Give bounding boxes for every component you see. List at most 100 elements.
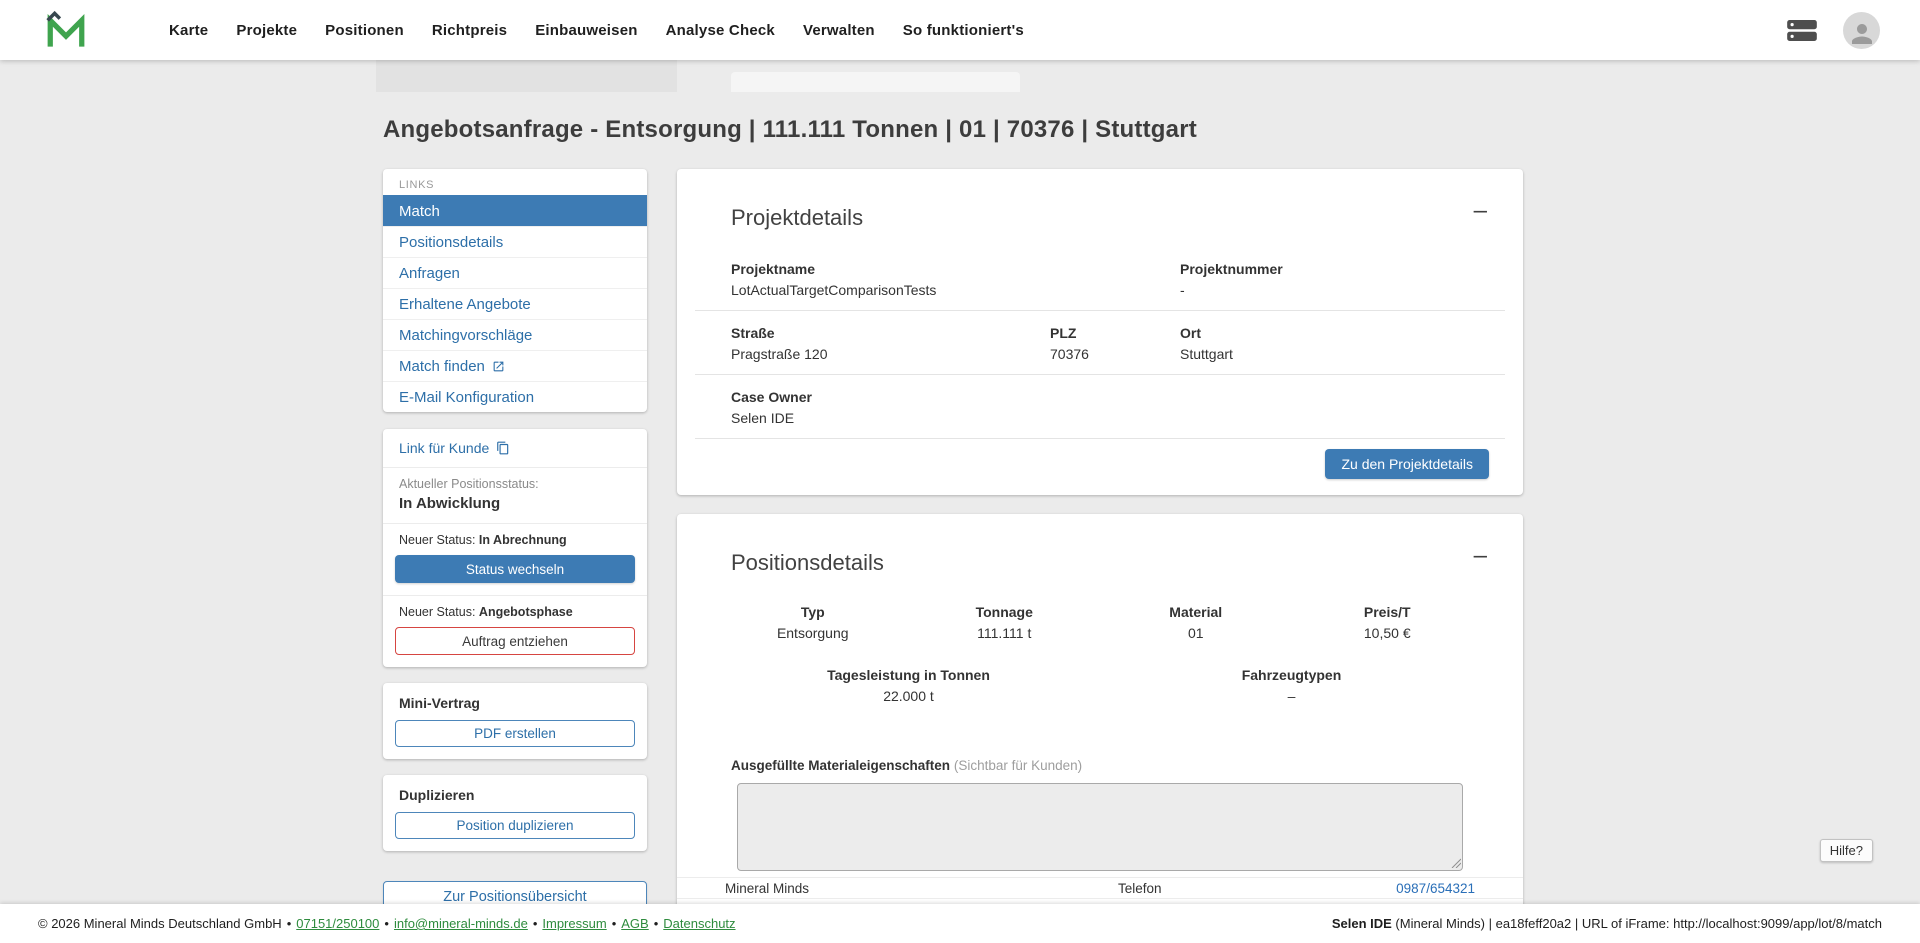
sidebar-item-label: Positionsdetails: [399, 234, 503, 251]
contact-name: Mineral Minds: [725, 881, 1118, 896]
duplicate-title: Duplizieren: [399, 787, 631, 803]
footer-phone-link[interactable]: 07151/250100: [296, 916, 379, 931]
contact-row: Mineral Minds Telefon 0987/654321: [677, 877, 1523, 898]
page-body: Angebotsanfrage - Entsorgung | 111.111 T…: [0, 60, 1920, 904]
sidebar-item-anfragen[interactable]: Anfragen: [383, 257, 647, 288]
nav-item-positionen[interactable]: Positionen: [325, 22, 404, 39]
footer-impressum-link[interactable]: Impressum: [542, 916, 606, 931]
material-properties-textarea[interactable]: [737, 783, 1463, 871]
user-avatar[interactable]: [1843, 12, 1880, 49]
nav-item-so-funktionierts[interactable]: So funktioniert's: [903, 22, 1024, 39]
clipped-element-right: [731, 72, 1020, 92]
resize-handle-icon[interactable]: [1451, 858, 1461, 868]
server-rows-icon[interactable]: [1787, 20, 1817, 41]
field-label: Straße: [731, 325, 1050, 341]
nav-item-einbauweisen[interactable]: Einbauweisen: [535, 22, 637, 39]
sidebar-item-label: Match finden: [399, 358, 485, 375]
current-status-value: In Abwicklung: [399, 495, 631, 512]
field-value: LotActualTargetComparisonTests: [731, 282, 1180, 298]
field-value: -: [1180, 282, 1469, 298]
footer-agb-link[interactable]: AGB: [621, 916, 648, 931]
sidebar-item-label: Matchingvorschläge: [399, 327, 532, 344]
project-row-2: Straße Pragstraße 120 PLZ 70376 Ort Stut…: [677, 311, 1523, 374]
customer-link[interactable]: Link für Kunde: [383, 429, 647, 468]
material-properties-section: Ausgefüllte Materialeigenschaften (Sicht…: [677, 716, 1523, 871]
stat-label: Fahrzeugtypen: [1100, 667, 1483, 683]
duplicate-card: Duplizieren Position duplizieren: [383, 775, 647, 851]
field-value: 70376: [1050, 346, 1180, 362]
sidebar-item-matchingvorschlaege[interactable]: Matchingvorschläge: [383, 319, 647, 350]
mineral-minds-logo-icon[interactable]: [45, 10, 87, 50]
stat-material: Material 01: [1100, 604, 1292, 641]
sidebar-item-label: Match: [399, 203, 440, 220]
current-status-block: Aktueller Positionsstatus: In Abwicklung: [383, 468, 647, 524]
field-label: Projektnummer: [1180, 261, 1469, 277]
duplicate-position-button[interactable]: Position duplizieren: [395, 812, 635, 839]
sidebar-item-erhaltene-angebote[interactable]: Erhaltene Angebote: [383, 288, 647, 319]
top-navbar: Karte Projekte Positionen Richtpreis Ein…: [0, 0, 1920, 60]
sidebar: LINKS Match Positionsdetails Anfragen Er…: [383, 169, 647, 904]
project-details-card: Projektdetails – Projektname LotActualTa…: [677, 169, 1523, 495]
sidebar-item-positionsdetails[interactable]: Positionsdetails: [383, 226, 647, 257]
collapse-icon[interactable]: –: [1474, 199, 1487, 223]
links-card: LINKS Match Positionsdetails Anfragen Er…: [383, 169, 647, 412]
current-status-label: Aktueller Positionsstatus:: [399, 477, 631, 491]
nav-item-analyse-check[interactable]: Analyse Check: [666, 22, 775, 39]
project-row-1: Projektname LotActualTargetComparisonTes…: [677, 247, 1523, 310]
stat-value: 01: [1100, 625, 1292, 641]
material-properties-label: Ausgefüllte Materialeigenschaften (Sicht…: [731, 758, 1463, 773]
copy-icon: [496, 441, 510, 455]
stat-label: Material: [1100, 604, 1292, 620]
position-stats-row: Typ Entsorgung Tonnage 111.111 t Materia…: [677, 592, 1523, 653]
field-value: Stuttgart: [1180, 346, 1469, 362]
sidebar-item-email-konfiguration[interactable]: E-Mail Konfiguration: [383, 381, 647, 412]
nav-item-verwalten[interactable]: Verwalten: [803, 22, 875, 39]
to-project-details-button[interactable]: Zu den Projektdetails: [1325, 449, 1489, 479]
position-overview-button[interactable]: Zur Positionsübersicht: [383, 881, 647, 904]
bullet-separator: •: [384, 916, 389, 931]
position-details-card: Positionsdetails – Typ Entsorgung Tonnag…: [677, 514, 1523, 904]
position-stats-row-2: Tagesleistung in Tonnen 22.000 t Fahrzeu…: [677, 653, 1523, 716]
customer-link-label: Link für Kunde: [399, 440, 489, 456]
withdraw-order-button[interactable]: Auftrag entziehen: [395, 627, 635, 655]
stat-value: 22.000 t: [717, 688, 1100, 704]
stat-value: –: [1100, 688, 1483, 704]
stat-tagesleistung: Tagesleistung in Tonnen 22.000 t: [717, 667, 1100, 704]
next-status-prefix: Neuer Status:: [399, 605, 475, 619]
status-switch-button[interactable]: Status wechseln: [395, 555, 635, 583]
field-value: Pragstraße 120: [731, 346, 1050, 362]
sidebar-item-label: E-Mail Konfiguration: [399, 389, 534, 406]
material-label-text: Ausgefüllte Materialeigenschaften: [731, 758, 950, 773]
stat-typ: Typ Entsorgung: [717, 604, 909, 641]
stat-preis: Preis/T 10,50 €: [1292, 604, 1484, 641]
next-status-line: Neuer Status: In Abrechnung: [399, 533, 631, 547]
field-label: Projektname: [731, 261, 1180, 277]
project-row-3: Case Owner Selen IDE: [677, 375, 1523, 438]
footer-email-link[interactable]: info@mineral-minds.de: [394, 916, 528, 931]
field-label: Case Owner: [731, 389, 1180, 405]
stat-value: Entsorgung: [717, 625, 909, 641]
next-status-line: Neuer Status: Angebotsphase: [399, 605, 631, 619]
footer-session-text: (Mineral Minds) | ea18feff20a2 | URL of …: [1392, 916, 1882, 931]
sidebar-item-match-finden[interactable]: Match finden: [383, 350, 647, 381]
collapse-icon[interactable]: –: [1474, 544, 1487, 568]
phone-link[interactable]: 0987/654321: [1396, 881, 1475, 896]
next-status-value: Angebotsphase: [479, 605, 573, 619]
nav-item-richtpreis[interactable]: Richtpreis: [432, 22, 507, 39]
page-title: Angebotsanfrage - Entsorgung | 111.111 T…: [383, 116, 1197, 144]
status-card: Link für Kunde Aktueller Positionsstatus…: [383, 429, 647, 667]
contact-info-table: Mineral Minds Telefon 0987/654321 Pragst…: [677, 877, 1523, 904]
help-button[interactable]: Hilfe?: [1820, 839, 1873, 862]
footer-session-info: Selen IDE (Mineral Minds) | ea18feff20a2…: [1332, 916, 1882, 931]
project-button-row: Zu den Projektdetails: [677, 439, 1523, 495]
pdf-create-button[interactable]: PDF erstellen: [395, 720, 635, 747]
sidebar-item-match[interactable]: Match: [383, 195, 647, 226]
material-label-hint: (Sichtbar für Kunden): [954, 758, 1082, 773]
bullet-separator: •: [654, 916, 659, 931]
nav-item-karte[interactable]: Karte: [169, 22, 208, 39]
ort-field: Ort Stuttgart: [1180, 325, 1469, 362]
phone-label: Telefon: [1118, 881, 1348, 896]
links-header: LINKS: [383, 169, 647, 195]
nav-item-projekte[interactable]: Projekte: [236, 22, 297, 39]
footer-datenschutz-link[interactable]: Datenschutz: [663, 916, 735, 931]
